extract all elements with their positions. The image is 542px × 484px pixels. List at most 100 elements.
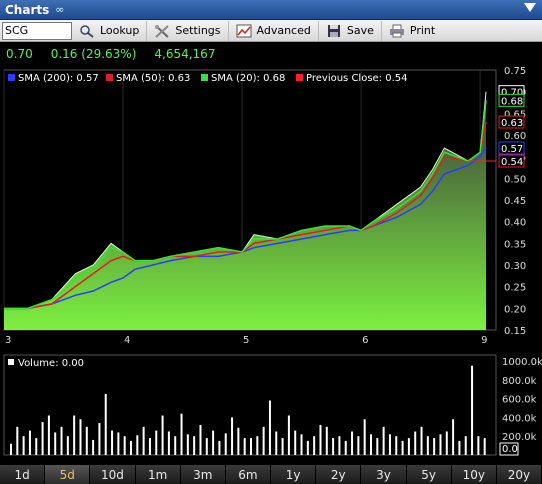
print-button[interactable]: Print: [382, 21, 442, 41]
tab-5d[interactable]: 5d: [45, 465, 91, 484]
volume-bar: [186, 434, 189, 455]
window-titlebar: Charts ∞: [0, 0, 542, 20]
volume-bar: [313, 436, 316, 455]
volume-bar: [73, 415, 76, 455]
volume-bar: [123, 436, 126, 455]
volume-bar: [111, 430, 114, 455]
tab-6m[interactable]: 6m: [225, 465, 272, 484]
lookup-label: Lookup: [100, 24, 140, 37]
collapse-icon[interactable]: [524, 3, 536, 12]
volume-bar: [275, 431, 278, 455]
price-marker-label: 0.68: [501, 96, 523, 107]
chart-icon: [236, 24, 252, 38]
x-tick-label: 4: [124, 335, 130, 346]
price-tick-label: 0.20: [504, 304, 526, 315]
volume-bar: [161, 415, 164, 455]
price-tick-label: 0.25: [504, 283, 526, 294]
legend-sma200: SMA (200): 0.57: [18, 73, 99, 84]
tab-2y[interactable]: 2y: [316, 465, 362, 484]
volume-bar: [464, 436, 467, 455]
volume-tick-label: 200.0k: [502, 432, 537, 443]
volume-bar: [243, 438, 246, 455]
price-chart[interactable]: 345690.750.700.650.600.550.500.450.400.3…: [0, 65, 542, 465]
volume-bar: [28, 430, 31, 455]
timeframe-tabs: 1d 5d 10d 1m 3m 6m 1y 2y 3y 5y 10y 20y: [0, 465, 542, 484]
x-tick-label: 6: [362, 335, 368, 346]
volume-bar: [458, 440, 461, 455]
tab-3m[interactable]: 3m: [180, 465, 226, 484]
volume-bar: [370, 434, 372, 455]
tab-20y[interactable]: 20y: [496, 465, 542, 484]
volume-bar: [66, 436, 69, 455]
settings-label: Settings: [175, 24, 221, 37]
price-marker-label: 0.57: [501, 144, 523, 155]
volume-bar: [136, 435, 139, 455]
tab-1d[interactable]: 1d: [0, 465, 46, 484]
volume-tick-label: 800.0k: [502, 376, 537, 387]
settings-button[interactable]: Settings: [147, 20, 229, 41]
volume-bar: [142, 426, 145, 455]
tab-1y[interactable]: 1y: [271, 465, 317, 484]
volume-bar: [199, 424, 202, 455]
volume-bar: [231, 417, 234, 455]
link-icon[interactable]: ∞: [55, 3, 64, 16]
price-tick-label: 0.35: [504, 239, 526, 250]
volume-bar: [41, 422, 44, 455]
price-marker-label: 0.63: [501, 118, 523, 129]
magnifier-icon: [79, 24, 95, 38]
advanced-button[interactable]: Advanced: [229, 20, 319, 41]
volume-legend-swatch: [8, 359, 14, 365]
volume-bar: [452, 419, 455, 455]
legend-sma50: SMA (50): 0.63: [116, 73, 190, 84]
volume-bar: [262, 426, 265, 455]
x-tick-label: 5: [243, 335, 249, 346]
volume-bar: [332, 438, 335, 455]
volume-bar: [250, 438, 252, 455]
price-tick-label: 0.75: [504, 66, 526, 77]
volume-bar: [382, 426, 385, 455]
volume-bar: [319, 424, 322, 455]
volume-bar: [395, 436, 398, 455]
legend-swatch-prev_close: [296, 74, 303, 81]
legend-sma20: SMA (20): 0.68: [211, 73, 285, 84]
volume-bar: [155, 430, 158, 455]
price-tick-label: 0.15: [504, 326, 526, 337]
charts-window: Charts ∞ Lookup Settings Advanced: [0, 0, 542, 484]
volume-bar: [477, 436, 480, 455]
volume-bar: [376, 438, 379, 455]
tab-5y[interactable]: 5y: [406, 465, 452, 484]
volume-tick-label: 1000.0k: [502, 357, 542, 368]
window-title: Charts: [5, 2, 50, 17]
volume-bar: [414, 431, 417, 455]
printer-icon: [389, 24, 405, 38]
volume-bar: [237, 427, 240, 455]
tab-1m[interactable]: 1m: [135, 465, 181, 484]
quote-bar: 0.70 0.16 (29.63%) 4,654,167: [0, 43, 542, 65]
tab-3y[interactable]: 3y: [361, 465, 407, 484]
save-button[interactable]: Save: [319, 20, 382, 41]
volume-bar: [104, 393, 107, 455]
print-label: Print: [409, 24, 436, 37]
volume-bar: [420, 426, 423, 455]
tab-10y[interactable]: 10y: [451, 465, 497, 484]
symbol-input[interactable]: [2, 21, 72, 40]
price-change: 0.16 (29.63%): [50, 47, 137, 61]
volume-bar: [268, 400, 271, 455]
price-tick-label: 0.60: [504, 131, 526, 142]
volume-bar: [79, 419, 82, 455]
price-tick-label: 0.50: [504, 174, 526, 185]
volume-bar: [54, 432, 57, 455]
volume-bar: [433, 438, 436, 455]
lookup-button[interactable]: Lookup: [72, 20, 148, 41]
volume-bar: [218, 440, 221, 455]
volume-bar: [426, 436, 429, 455]
volume-last-label: 0.0: [502, 444, 518, 455]
price-tick-label: 0.30: [504, 261, 526, 272]
legend-prev_close: Previous Close: 0.54: [306, 73, 408, 84]
volume-bar: [471, 365, 474, 455]
legend-swatch-sma200: [8, 74, 15, 81]
price-tick-label: 0.45: [504, 196, 526, 207]
volume-bar: [193, 436, 196, 455]
tab-10d[interactable]: 10d: [90, 465, 136, 484]
volume-bar: [325, 426, 328, 455]
